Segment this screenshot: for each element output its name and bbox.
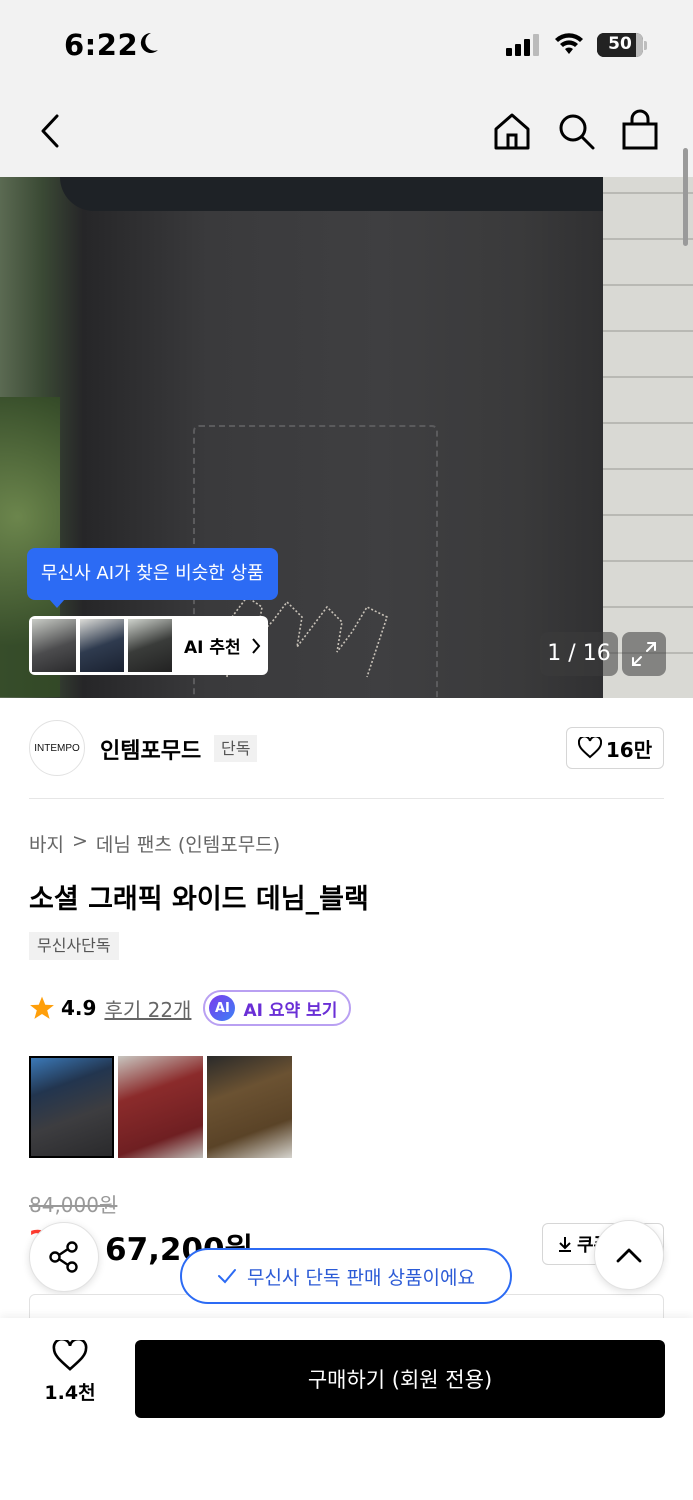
shopping-bag-icon[interactable] bbox=[620, 109, 660, 151]
share-icon bbox=[49, 1241, 78, 1273]
battery-indicator: 50 bbox=[597, 33, 643, 57]
product-title: 소셜 그래픽 와이드 데님_블랙 bbox=[29, 884, 369, 915]
home-icon[interactable] bbox=[492, 111, 532, 151]
check-icon bbox=[218, 1269, 237, 1284]
hero-background-wall bbox=[603, 177, 693, 698]
exclusive-toast: 무신사 단독 판매 상품이에요 bbox=[180, 1248, 512, 1304]
top-nav-bar bbox=[0, 95, 693, 177]
share-button[interactable] bbox=[29, 1222, 99, 1292]
brand-like-count: 16만 bbox=[605, 737, 653, 762]
scroll-to-top-button[interactable] bbox=[594, 1220, 664, 1290]
wishlist-button[interactable]: 1.4천 bbox=[30, 1337, 110, 1405]
brand-name[interactable]: 인템포무드 bbox=[100, 733, 201, 765]
back-chevron-icon[interactable] bbox=[38, 113, 64, 149]
buy-button[interactable]: 구매하기 (회원 전용) bbox=[135, 1340, 665, 1418]
moon-icon bbox=[140, 32, 158, 53]
color-option-brown[interactable] bbox=[207, 1056, 292, 1158]
heart-icon bbox=[52, 1337, 88, 1371]
divider bbox=[29, 798, 664, 799]
toast-text: 무신사 단독 판매 상품이에요 bbox=[247, 1266, 475, 1289]
image-counter: 1 / 16 bbox=[540, 632, 618, 676]
brand-exclusive-tag: 단독 bbox=[214, 735, 258, 762]
original-price: 84,000원 bbox=[29, 1193, 118, 1217]
ai-reco-thumb bbox=[80, 619, 124, 672]
ai-recommend-button[interactable]: AI 추천 bbox=[29, 616, 268, 675]
status-time: 6:22 bbox=[64, 28, 139, 62]
ai-reco-label: AI 추천 bbox=[184, 638, 241, 658]
expand-button[interactable] bbox=[622, 632, 666, 676]
brand-logo[interactable]: INTEMPO bbox=[29, 720, 85, 776]
status-bar: 6:22 50 bbox=[0, 0, 693, 95]
breadcrumb-category[interactable]: 바지 bbox=[29, 830, 64, 857]
ai-badge-icon: AI bbox=[209, 995, 236, 1021]
chevron-up-icon bbox=[616, 1248, 642, 1263]
color-options bbox=[29, 1056, 292, 1158]
hero-jacket-shape bbox=[60, 177, 660, 211]
rating-row: 4.9 후기 22개 AI AI 요약 보기 bbox=[29, 990, 352, 1026]
breadcrumb-subcategory[interactable]: 데님 팬츠 (인템포무드) bbox=[96, 830, 280, 857]
reviews-link[interactable]: 후기 22개 bbox=[104, 994, 191, 1023]
scrollbar[interactable] bbox=[683, 148, 688, 246]
wifi-icon bbox=[555, 33, 583, 54]
ai-summary-label: AI 요약 보기 bbox=[243, 1000, 338, 1021]
brand-like-button[interactable]: 16만 bbox=[566, 727, 664, 769]
breadcrumb-separator: > bbox=[71, 830, 88, 852]
heart-icon bbox=[577, 737, 602, 759]
star-icon bbox=[30, 996, 54, 1019]
rating-score: 4.9 bbox=[61, 996, 97, 1020]
download-icon bbox=[559, 1237, 571, 1252]
ai-similar-tooltip[interactable]: 무신사 AI가 찾은 비슷한 상품 bbox=[27, 548, 278, 608]
ai-summary-button[interactable]: AI AI 요약 보기 bbox=[203, 990, 352, 1026]
ai-reco-thumb bbox=[32, 619, 76, 672]
expand-icon bbox=[632, 642, 656, 666]
breadcrumb: 바지 > 데님 팬츠 (인템포무드) bbox=[29, 830, 280, 857]
search-icon[interactable] bbox=[556, 111, 596, 151]
color-option-black[interactable] bbox=[29, 1056, 114, 1158]
battery-label: 50 bbox=[608, 34, 632, 54]
cellular-signal-icon bbox=[506, 34, 539, 56]
battery-cap bbox=[644, 41, 647, 50]
exclusive-chip: 무신사단독 bbox=[29, 932, 119, 960]
wishlist-count: 1.4천 bbox=[44, 1382, 96, 1404]
color-option-red[interactable] bbox=[118, 1056, 203, 1158]
ai-reco-thumb bbox=[128, 619, 172, 672]
chevron-right-icon bbox=[251, 637, 261, 654]
